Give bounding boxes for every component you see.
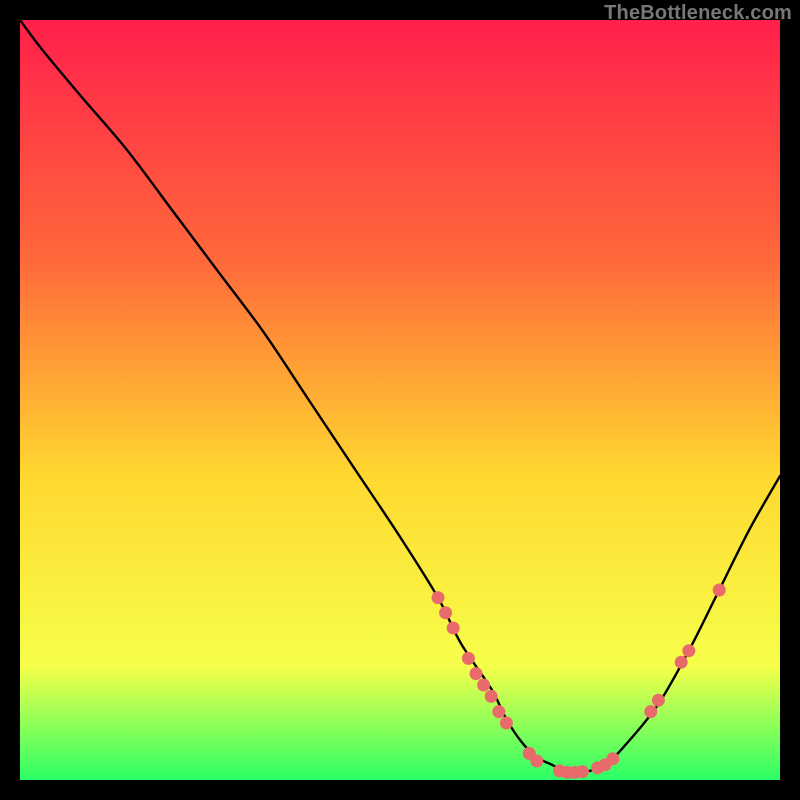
data-marker bbox=[675, 656, 688, 669]
data-marker bbox=[652, 694, 665, 707]
data-marker bbox=[576, 765, 589, 778]
data-marker bbox=[500, 717, 513, 730]
data-marker bbox=[477, 679, 490, 692]
plot-area bbox=[20, 20, 780, 780]
chart-svg bbox=[20, 20, 780, 780]
data-marker bbox=[530, 755, 543, 768]
chart-stage: TheBottleneck.com bbox=[0, 0, 800, 800]
data-marker bbox=[439, 606, 452, 619]
data-marker bbox=[447, 622, 460, 635]
data-marker bbox=[470, 667, 483, 680]
data-marker bbox=[492, 705, 505, 718]
data-marker bbox=[462, 652, 475, 665]
data-marker bbox=[606, 752, 619, 765]
data-marker bbox=[485, 690, 498, 703]
data-marker bbox=[432, 591, 445, 604]
data-marker bbox=[644, 705, 657, 718]
gradient-background bbox=[20, 20, 780, 780]
data-marker bbox=[713, 584, 726, 597]
data-marker bbox=[682, 644, 695, 657]
